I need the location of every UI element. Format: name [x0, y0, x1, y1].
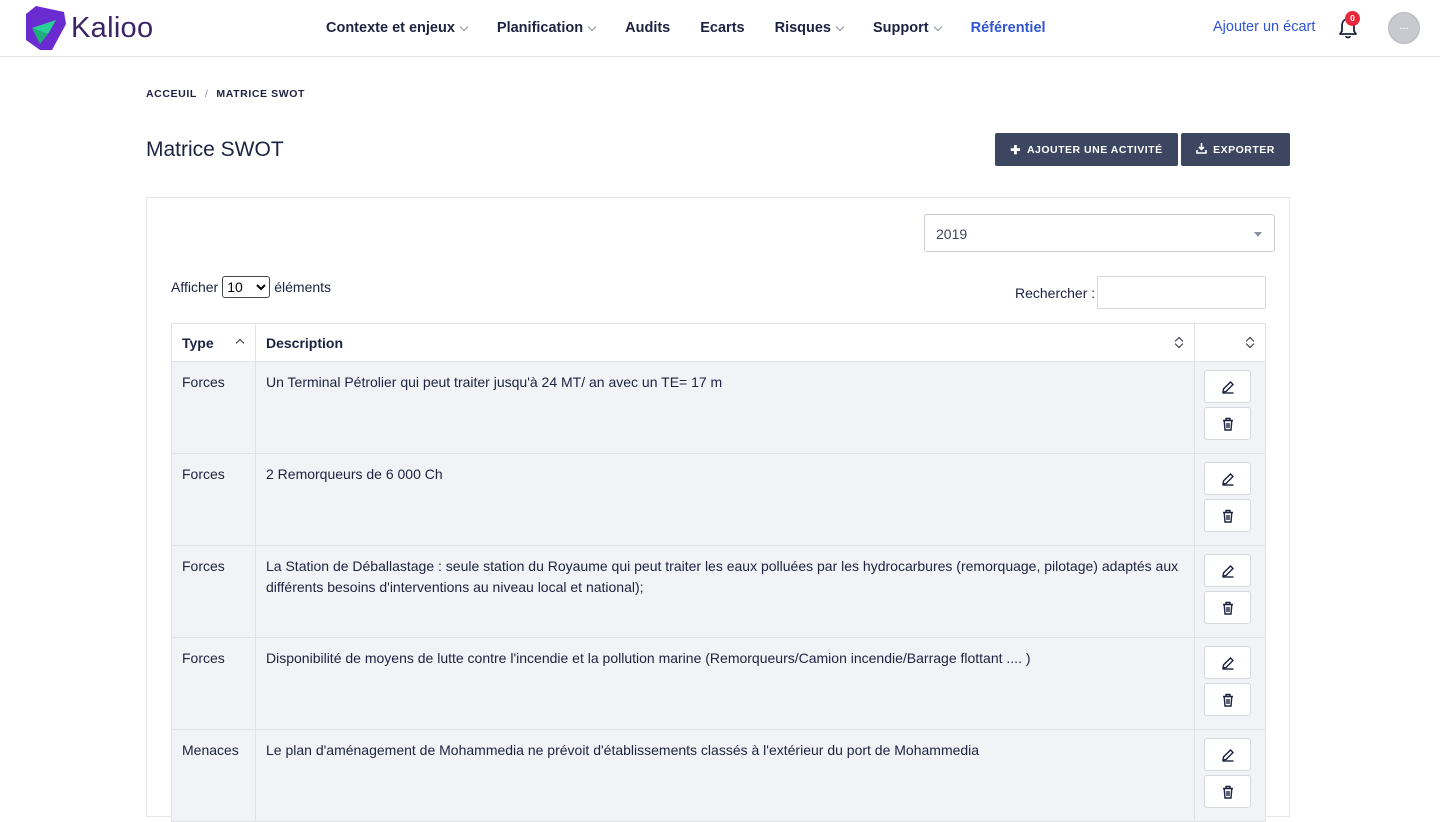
- delete-button[interactable]: [1204, 683, 1251, 716]
- nav-risques[interactable]: Risques: [774, 20, 845, 36]
- download-icon: [1196, 142, 1207, 157]
- add-activity-button[interactable]: ✚ AJOUTER UNE ACTIVITÉ: [995, 133, 1178, 166]
- table-row: Forces Un Terminal Pétrolier qui peut tr…: [171, 361, 1266, 454]
- length-suffix: éléments: [274, 279, 332, 295]
- column-header-label: Description: [266, 334, 344, 351]
- cell-actions: [1194, 361, 1266, 454]
- pencil-icon: [1221, 472, 1234, 486]
- top-navbar: Kalioo Contexte et enjeux Planification …: [0, 0, 1440, 57]
- cell-actions: [1194, 637, 1266, 730]
- edit-button[interactable]: [1204, 554, 1251, 587]
- breadcrumb-home[interactable]: ACCEUIL: [146, 88, 197, 100]
- chevron-down-icon: [587, 22, 597, 31]
- nav-label: Ecarts: [700, 20, 745, 36]
- add-ecart-link[interactable]: Ajouter un écart: [1213, 19, 1315, 35]
- page-length-select[interactable]: 10: [222, 276, 271, 298]
- nav-audits[interactable]: Audits: [625, 20, 670, 36]
- sort-icon: [1174, 336, 1184, 350]
- pencil-icon: [1221, 748, 1234, 762]
- breadcrumb-separator: /: [204, 88, 209, 100]
- nav-label: Référentiel: [970, 20, 1046, 36]
- cell-type: Forces: [171, 545, 256, 638]
- search-input[interactable]: [1097, 276, 1267, 309]
- nav-label: Contexte et enjeux: [326, 20, 455, 36]
- breadcrumb-current: MATRICE SWOT: [216, 88, 306, 100]
- nav-label: Planification: [496, 20, 584, 36]
- column-header-description[interactable]: Description: [255, 323, 1195, 362]
- sort-icon: [1245, 336, 1255, 350]
- trash-icon: [1222, 693, 1233, 707]
- table-row: Forces La Station de Déballastage : seul…: [171, 545, 1266, 638]
- length-prefix: Afficher: [171, 279, 219, 295]
- cell-actions: [1194, 729, 1266, 822]
- cell-type: Menaces: [171, 729, 256, 822]
- chevron-down-icon: [459, 22, 469, 31]
- export-button[interactable]: EXPORTER: [1181, 133, 1290, 166]
- edit-button[interactable]: [1204, 462, 1251, 495]
- column-header-type[interactable]: Type: [171, 323, 256, 362]
- sort-ascending-icon: [235, 338, 245, 348]
- user-avatar[interactable]: ---: [1388, 12, 1420, 44]
- column-header-actions[interactable]: [1194, 323, 1266, 362]
- edit-button[interactable]: [1204, 738, 1251, 771]
- delete-button[interactable]: [1204, 775, 1251, 808]
- nav-label: Audits: [625, 20, 671, 36]
- trash-icon: [1222, 601, 1233, 615]
- page-length-control: Afficher 10 éléments: [171, 276, 331, 298]
- nav-label: Risques: [774, 20, 832, 36]
- search-control: Rechercher :: [1015, 276, 1267, 309]
- breadcrumb: ACCEUIL / MATRICE SWOT: [146, 88, 305, 100]
- edit-button[interactable]: [1204, 646, 1251, 679]
- nav-label: Support: [873, 20, 929, 36]
- kalioo-logo-icon: [22, 4, 68, 52]
- logo-text: Kalioo: [71, 11, 154, 44]
- nav-ecarts[interactable]: Ecarts: [700, 20, 744, 36]
- nav-referentiel[interactable]: Référentiel: [971, 20, 1046, 36]
- trash-icon: [1222, 509, 1233, 523]
- cell-description: Le plan d'aménagement de Mohammedia ne p…: [255, 729, 1195, 822]
- search-label: Rechercher :: [1015, 284, 1096, 301]
- notification-count-badge: 0: [1345, 11, 1360, 26]
- page-title: Matrice SWOT: [146, 138, 284, 161]
- chevron-down-icon: [933, 22, 942, 31]
- kalioo-logo[interactable]: Kalioo: [22, 4, 153, 52]
- cell-description: La Station de Déballastage : seule stati…: [255, 545, 1195, 638]
- year-select[interactable]: 2019: [924, 214, 1275, 252]
- caret-down-icon: [1254, 232, 1262, 237]
- table-row: Forces Disponibilité de moyens de lutte …: [171, 637, 1266, 730]
- swot-table: Type Description Forces Un Terminal Pétr…: [171, 323, 1266, 822]
- column-header-label: Type: [182, 334, 214, 351]
- cell-description: Un Terminal Pétrolier qui peut traiter j…: [255, 361, 1195, 454]
- pencil-icon: [1221, 656, 1234, 670]
- nav-planification[interactable]: Planification: [496, 20, 597, 36]
- cell-type: Forces: [171, 361, 256, 454]
- delete-button[interactable]: [1204, 407, 1251, 440]
- main-nav: Contexte et enjeux Planification Audits …: [326, 0, 1076, 56]
- pencil-icon: [1221, 564, 1234, 578]
- nav-contexte-et-enjeux[interactable]: Contexte et enjeux: [326, 20, 469, 36]
- table-row: Forces 2 Remorqueurs de 6 000 Ch: [171, 453, 1266, 546]
- cell-description: Disponibilité de moyens de lutte contre …: [255, 637, 1195, 730]
- trash-icon: [1222, 785, 1233, 799]
- pencil-icon: [1221, 380, 1234, 394]
- table-header-row: Type Description: [171, 323, 1266, 362]
- trash-icon: [1222, 417, 1233, 431]
- chevron-down-icon: [835, 22, 845, 31]
- cell-type: Forces: [171, 453, 256, 546]
- add-activity-label: AJOUTER UNE ACTIVITÉ: [1026, 143, 1163, 156]
- edit-button[interactable]: [1204, 370, 1251, 403]
- nav-support[interactable]: Support: [873, 20, 942, 36]
- plus-icon: ✚: [1010, 142, 1021, 157]
- year-select-value: 2019: [936, 226, 968, 242]
- cell-actions: [1194, 453, 1266, 546]
- cell-type: Forces: [171, 637, 256, 730]
- table-row: Menaces Le plan d'aménagement de Mohamme…: [171, 729, 1266, 822]
- delete-button[interactable]: [1204, 499, 1251, 532]
- delete-button[interactable]: [1204, 591, 1251, 624]
- cell-description: 2 Remorqueurs de 6 000 Ch: [255, 453, 1195, 546]
- swot-card: 2019 Afficher 10 éléments Rechercher : T…: [146, 197, 1290, 822]
- cell-actions: [1194, 545, 1266, 638]
- export-label: EXPORTER: [1213, 143, 1275, 156]
